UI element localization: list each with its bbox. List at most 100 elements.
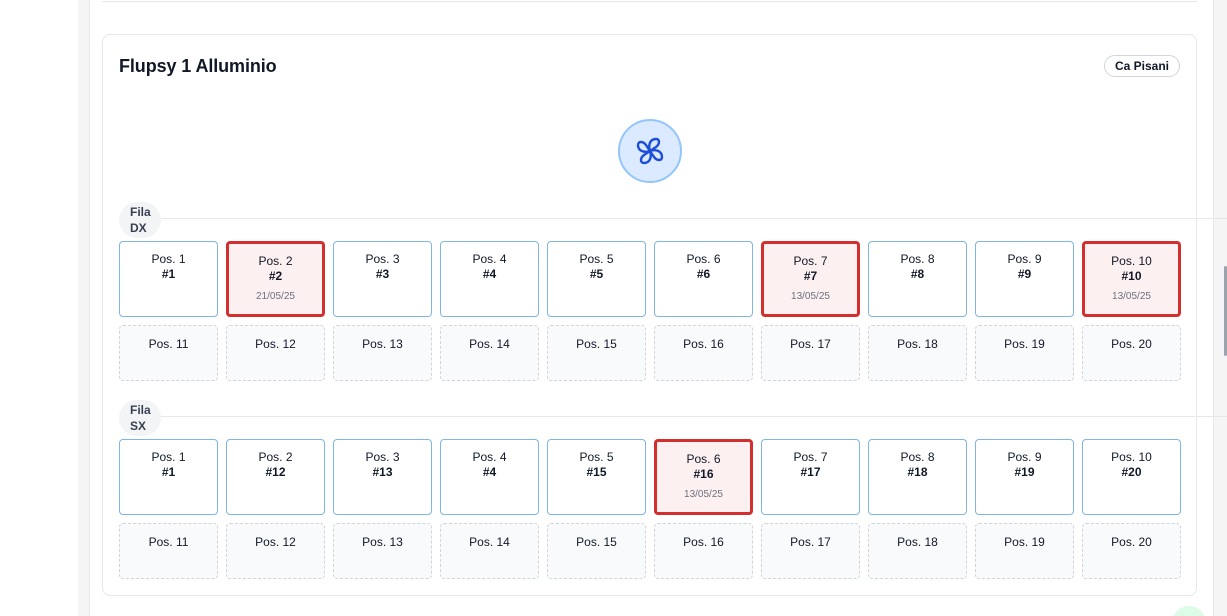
cell-position-label: Pos. 4 bbox=[472, 252, 507, 266]
cell-position-label: Pos. 5 bbox=[579, 450, 614, 464]
row-label-line1: Fila bbox=[130, 205, 151, 219]
basket-cell[interactable]: Pos. 6 #16 13/05/25 bbox=[654, 439, 753, 515]
cell-position-label: Pos. 7 bbox=[793, 254, 828, 268]
cell-basket-number: #5 bbox=[589, 267, 604, 281]
cell-position-label: Pos. 10 bbox=[1111, 254, 1152, 268]
empty-position-cell[interactable]: Pos. 12 bbox=[226, 325, 325, 381]
cell-date: 13/05/25 bbox=[684, 489, 723, 500]
cell-date: 13/05/25 bbox=[791, 291, 830, 302]
cell-basket-number: #20 bbox=[1121, 465, 1142, 479]
basket-cell[interactable]: Pos. 6 #6 bbox=[654, 241, 753, 317]
empty-position-cell[interactable]: Pos. 15 bbox=[547, 523, 646, 579]
cell-basket-number: #10 bbox=[1121, 269, 1142, 283]
cell-basket-number: #19 bbox=[1014, 465, 1035, 479]
cell-position-label: Pos. 3 bbox=[365, 252, 400, 266]
cell-basket-number: #18 bbox=[907, 465, 928, 479]
basket-cell[interactable]: Pos. 8 #18 bbox=[868, 439, 967, 515]
cell-basket-number: #12 bbox=[265, 465, 286, 479]
empty-position-cell[interactable]: Pos. 14 bbox=[440, 325, 539, 381]
empty-position-cell[interactable]: Pos. 17 bbox=[761, 325, 860, 381]
basket-cell[interactable]: Pos. 10 #10 13/05/25 bbox=[1082, 241, 1181, 317]
basket-cell[interactable]: Pos. 10 #20 bbox=[1082, 439, 1181, 515]
basket-cell[interactable]: Pos. 1 #1 bbox=[119, 241, 218, 317]
site-badge: Ca Pisani bbox=[1103, 55, 1180, 77]
cell-date: 13/05/25 bbox=[1112, 291, 1151, 302]
cell-position-label: Pos. 6 bbox=[686, 452, 721, 466]
empty-position-cell[interactable]: Pos. 20 bbox=[1082, 325, 1181, 381]
basket-cell[interactable]: Pos. 5 #15 bbox=[547, 439, 646, 515]
basket-cell[interactable]: Pos. 3 #3 bbox=[333, 241, 432, 317]
cell-basket-number: #7 bbox=[803, 269, 818, 283]
cell-basket-number: #13 bbox=[372, 465, 393, 479]
empty-position-cell[interactable]: Pos. 13 bbox=[333, 325, 432, 381]
cell-basket-number: #4 bbox=[482, 465, 497, 479]
empty-position-cell[interactable]: Pos. 17 bbox=[761, 523, 860, 579]
left-rail bbox=[0, 0, 78, 616]
cell-position-label: Pos. 4 bbox=[472, 450, 507, 464]
basket-cell[interactable]: Pos. 4 #4 bbox=[440, 439, 539, 515]
row-divider bbox=[161, 218, 1227, 219]
cell-basket-number: #15 bbox=[586, 465, 607, 479]
empty-position-cell[interactable]: Pos. 14 bbox=[440, 523, 539, 579]
basket-cell[interactable]: Pos. 9 #9 bbox=[975, 241, 1074, 317]
empty-position-cell[interactable]: Pos. 11 bbox=[119, 523, 218, 579]
basket-cell[interactable]: Pos. 2 #2 21/05/25 bbox=[226, 241, 325, 317]
card-title: Flupsy 1 Alluminio bbox=[119, 56, 277, 76]
propeller-icon bbox=[618, 119, 682, 183]
cell-position-label: Pos. 1 bbox=[151, 252, 186, 266]
row-label-dx: Fila DX bbox=[119, 202, 161, 238]
empty-position-cell[interactable]: Pos. 20 bbox=[1082, 523, 1181, 579]
empty-position-cell[interactable]: Pos. 16 bbox=[654, 325, 753, 381]
cell-basket-number: #4 bbox=[482, 267, 497, 281]
empty-position-cell[interactable]: Pos. 11 bbox=[119, 325, 218, 381]
row-divider bbox=[161, 416, 1227, 417]
cell-position-label: Pos. 9 bbox=[1007, 252, 1042, 266]
top-divider bbox=[102, 0, 1197, 2]
row-label-sx: Fila SX bbox=[119, 400, 161, 436]
basket-cell[interactable]: Pos. 3 #13 bbox=[333, 439, 432, 515]
cell-position-label: Pos. 8 bbox=[900, 450, 935, 464]
cell-position-label: Pos. 7 bbox=[793, 450, 828, 464]
cell-basket-number: #6 bbox=[696, 267, 711, 281]
cell-basket-number: #17 bbox=[800, 465, 821, 479]
cell-basket-number: #9 bbox=[1017, 267, 1032, 281]
empty-position-cell[interactable]: Pos. 15 bbox=[547, 325, 646, 381]
cell-basket-number: #1 bbox=[161, 465, 176, 479]
empty-position-cell[interactable]: Pos. 19 bbox=[975, 325, 1074, 381]
basket-cell[interactable]: Pos. 4 #4 bbox=[440, 241, 539, 317]
basket-cell[interactable]: Pos. 8 #8 bbox=[868, 241, 967, 317]
position-grid-dx: Pos. 1 #1 Pos. 2 #2 21/05/25 Pos. 3 #3 Pos. 4 #4… bbox=[119, 241, 1181, 317]
cell-position-label: Pos. 8 bbox=[900, 252, 935, 266]
empty-position-cell[interactable]: Pos. 19 bbox=[975, 523, 1074, 579]
cell-position-label: Pos. 10 bbox=[1111, 450, 1152, 464]
cell-position-label: Pos. 1 bbox=[151, 450, 186, 464]
cell-position-label: Pos. 3 bbox=[365, 450, 400, 464]
empty-position-cell[interactable]: Pos. 18 bbox=[868, 523, 967, 579]
cell-position-label: Pos. 6 bbox=[686, 252, 721, 266]
basket-cell[interactable]: Pos. 2 #12 bbox=[226, 439, 325, 515]
empty-position-cell[interactable]: Pos. 16 bbox=[654, 523, 753, 579]
basket-cell[interactable]: Pos. 9 #19 bbox=[975, 439, 1074, 515]
position-grid-sx: Pos. 1 #1 Pos. 2 #12 Pos. 3 #13 Pos. 4 #4 Pos. 5… bbox=[119, 439, 1181, 515]
cell-position-label: Pos. 5 bbox=[579, 252, 614, 266]
empty-grid-dx: Pos. 11 Pos. 12 Pos. 13 Pos. 14 Pos. 15 Pos. … bbox=[119, 325, 1181, 381]
cell-position-label: Pos. 2 bbox=[258, 450, 293, 464]
empty-position-cell[interactable]: Pos. 12 bbox=[226, 523, 325, 579]
row-label-line1: Fila bbox=[130, 403, 151, 417]
basket-cell[interactable]: Pos. 5 #5 bbox=[547, 241, 646, 317]
cell-position-label: Pos. 2 bbox=[258, 254, 293, 268]
cell-basket-number: #1 bbox=[161, 267, 176, 281]
row-label-line2: DX bbox=[130, 221, 147, 235]
cell-basket-number: #3 bbox=[375, 267, 390, 281]
cell-date: 21/05/25 bbox=[256, 291, 295, 302]
row-label-line2: SX bbox=[130, 419, 147, 433]
flupsy-card: Flupsy 1 Alluminio Ca Pisani Fila DX Pos… bbox=[102, 34, 1227, 596]
empty-position-cell[interactable]: Pos. 18 bbox=[868, 325, 967, 381]
basket-cell[interactable]: Pos. 7 #17 bbox=[761, 439, 860, 515]
basket-cell[interactable]: Pos. 1 #1 bbox=[119, 439, 218, 515]
cell-basket-number: #8 bbox=[910, 267, 925, 281]
cell-position-label: Pos. 9 bbox=[1007, 450, 1042, 464]
basket-cell[interactable]: Pos. 7 #7 13/05/25 bbox=[761, 241, 860, 317]
cell-basket-number: #2 bbox=[268, 269, 283, 283]
empty-position-cell[interactable]: Pos. 13 bbox=[333, 523, 432, 579]
